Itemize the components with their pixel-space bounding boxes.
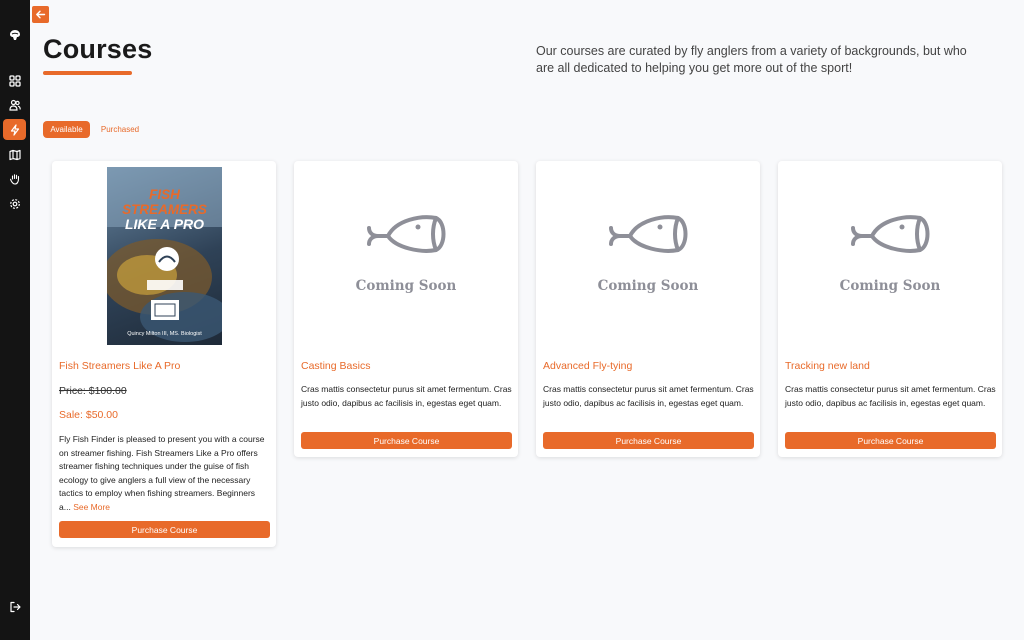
course-cover-image[interactable]: FISH STREAMERS LIKE A PRO Quincy Milton … [107, 167, 222, 345]
fish-icon [367, 215, 446, 253]
course-description: Fly Fish Finder is pleased to present yo… [59, 433, 269, 514]
course-card: FISH STREAMERS LIKE A PRO Quincy Milton … [52, 161, 276, 547]
course-card: Coming Soon Tracking new land Cras matti… [778, 161, 1002, 457]
page-intro: Our courses are curated by fly anglers f… [536, 44, 967, 75]
back-button[interactable] [32, 6, 49, 23]
course-description: Cras mattis consectetur purus sit amet f… [785, 384, 996, 408]
purchase-course-button[interactable]: Purchase Course [785, 432, 996, 449]
cover-title: FISH STREAMERS LIKE A PRO [107, 187, 222, 232]
tab-purchased[interactable]: Purchased [94, 121, 146, 138]
sidebar [0, 0, 30, 640]
title-underline [43, 71, 132, 75]
arrow-left-icon [36, 10, 46, 19]
purchase-course-button[interactable]: Purchase Course [301, 432, 512, 449]
see-more-link[interactable]: See More [73, 502, 110, 512]
coming-soon-label: Coming Soon [597, 278, 699, 294]
logout-icon[interactable] [3, 596, 26, 617]
users-icon[interactable] [3, 94, 26, 115]
course-card: Coming Soon Advanced Fly-tying Cras matt… [536, 161, 760, 457]
purchase-course-button[interactable]: Purchase Course [543, 432, 754, 449]
original-price: Price: $100.00 [59, 385, 127, 397]
coming-soon-label: Coming Soon [355, 278, 457, 294]
grid-icon[interactable] [3, 70, 26, 91]
course-card: Coming Soon Casting Basics Cras mattis c… [294, 161, 518, 457]
cover-author: Quincy Milton III, MS. Biologist [127, 331, 202, 337]
tab-available[interactable]: Available [43, 121, 90, 138]
settings-icon[interactable] [3, 193, 26, 214]
course-title[interactable]: Fish Streamers Like A Pro [59, 360, 180, 372]
fish-icon [609, 215, 688, 253]
course-description: Cras mattis consectetur purus sit amet f… [301, 384, 512, 408]
coming-soon-label: Coming Soon [839, 278, 941, 294]
course-description-text: Fly Fish Finder is pleased to present yo… [59, 434, 265, 512]
sale-price: Sale: $50.00 [59, 409, 118, 421]
course-title[interactable]: Tracking new land [785, 360, 870, 372]
lightning-icon[interactable] [3, 119, 26, 140]
course-title[interactable]: Advanced Fly-tying [543, 360, 632, 372]
purchase-course-button[interactable]: Purchase Course [59, 521, 270, 538]
logo-icon[interactable] [3, 24, 26, 45]
page-title: Courses [43, 34, 153, 64]
map-icon[interactable] [3, 144, 26, 165]
fish-icon [851, 215, 930, 253]
cover-title-line1: FISH STREAMERS [122, 187, 207, 217]
cover-title-line2: LIKE A PRO [124, 216, 205, 232]
course-title[interactable]: Casting Basics [301, 360, 370, 372]
hand-icon[interactable] [3, 168, 26, 189]
course-description: Cras mattis consectetur purus sit amet f… [543, 384, 754, 408]
